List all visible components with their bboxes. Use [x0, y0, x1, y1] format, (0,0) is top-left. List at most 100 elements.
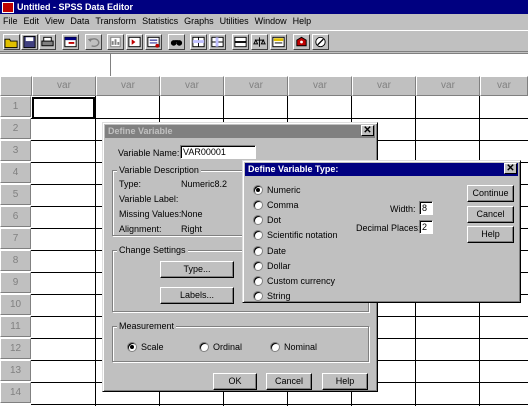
alignment-label: Alignment: — [119, 224, 162, 234]
goto-case-icon[interactable] — [126, 34, 143, 50]
define-variable-close-button[interactable]: ✕ — [361, 125, 374, 136]
cell-editor[interactable] — [0, 53, 528, 77]
define-variable-type-dialog: Define Variable Type: ✕ Numeric Comma Do… — [242, 160, 521, 303]
radio-label: Dollar — [267, 261, 291, 271]
menu-transform[interactable]: Transform — [92, 16, 139, 26]
row-header[interactable]: 6 — [0, 206, 31, 227]
help-button[interactable]: Help — [467, 226, 514, 243]
ok-button[interactable]: OK — [213, 373, 257, 390]
variable-description-label: Variable Description — [117, 165, 201, 176]
decimal-places-input[interactable]: 2 — [419, 220, 433, 234]
type-label: Type: — [119, 179, 142, 189]
use-sets-icon[interactable] — [312, 34, 329, 50]
radio-button — [253, 276, 263, 286]
column-header[interactable]: var — [288, 76, 352, 96]
insert-variable-icon[interactable] — [209, 34, 226, 50]
radio-button — [253, 261, 263, 271]
weight-cases-icon[interactable] — [251, 34, 268, 50]
row-header[interactable]: 5 — [0, 184, 31, 205]
labels-button[interactable]: Labels... — [160, 287, 234, 304]
active-cell[interactable] — [32, 97, 95, 119]
grid-line — [31, 118, 528, 119]
variables-icon[interactable] — [145, 34, 162, 50]
value-labels-icon[interactable] — [293, 34, 310, 50]
radio-label: Comma — [267, 200, 299, 210]
radio-label: Date — [267, 246, 287, 256]
split-file-icon[interactable] — [232, 34, 249, 50]
row-header[interactable]: 13 — [0, 360, 31, 381]
change-settings-label: Change Settings — [117, 245, 188, 256]
column-header[interactable]: var — [96, 76, 160, 96]
spss-app-icon — [2, 1, 14, 13]
radio-button — [270, 342, 280, 352]
print-icon[interactable] — [39, 34, 56, 50]
type-button[interactable]: Type... — [160, 261, 234, 278]
radio-label: Scale — [141, 342, 164, 352]
cancel-button[interactable]: Cancel — [467, 206, 514, 223]
width-input[interactable]: 8 — [419, 201, 433, 215]
row-header[interactable]: 8 — [0, 250, 31, 271]
row-header[interactable]: 11 — [0, 316, 31, 337]
goto-chart-icon[interactable] — [107, 34, 124, 50]
radio-button — [253, 215, 263, 225]
row-header[interactable]: 10 — [0, 294, 31, 315]
grid-corner[interactable] — [0, 76, 32, 96]
dialog-recall-icon[interactable] — [62, 34, 79, 50]
alignment-value: Right — [181, 224, 203, 234]
menu-help[interactable]: Help — [290, 16, 315, 26]
grid-line — [31, 404, 528, 405]
measurement-label: Measurement — [117, 321, 177, 332]
row-header[interactable]: 7 — [0, 228, 31, 249]
radio-label: Scientific notation — [267, 230, 338, 240]
open-icon[interactable] — [3, 34, 20, 50]
column-header[interactable]: var — [416, 76, 480, 96]
menu-graphs[interactable]: Graphs — [181, 16, 217, 26]
menu-bar: File Edit View Data Transform Statistics… — [0, 14, 528, 28]
menu-view[interactable]: View — [42, 16, 67, 26]
cancel-button[interactable]: Cancel — [266, 373, 312, 390]
find-icon[interactable] — [168, 34, 185, 50]
menu-window[interactable]: Window — [252, 16, 290, 26]
variable-label-label: Variable Label: — [119, 194, 179, 204]
define-variable-type-close-button[interactable]: ✕ — [504, 163, 517, 174]
radio-button — [127, 342, 137, 352]
radio-label: Ordinal — [213, 342, 243, 352]
menu-edit[interactable]: Edit — [21, 16, 43, 26]
menu-file[interactable]: File — [0, 16, 21, 26]
undo-icon[interactable] — [85, 34, 102, 50]
row-header[interactable]: 1 — [0, 96, 31, 117]
variable-name-input[interactable]: VAR00001 — [180, 145, 256, 159]
radio-button — [253, 230, 263, 240]
menu-statistics[interactable]: Statistics — [139, 16, 181, 26]
insert-case-icon[interactable] — [190, 34, 207, 50]
column-header[interactable]: var — [160, 76, 224, 96]
width-label: Width: — [390, 204, 416, 214]
missing-values-label: Missing Values: — [119, 209, 182, 219]
menu-utilities[interactable]: Utilities — [217, 16, 252, 26]
row-header[interactable]: 9 — [0, 272, 31, 293]
continue-button[interactable]: Continue — [467, 185, 514, 202]
cell-editor-divider — [110, 54, 111, 77]
select-cases-icon[interactable] — [270, 34, 287, 50]
row-header[interactable]: 3 — [0, 140, 31, 161]
row-header[interactable]: 12 — [0, 338, 31, 359]
radio-label: Dot — [267, 215, 282, 225]
column-header[interactable]: var — [224, 76, 288, 96]
row-header[interactable]: 14 — [0, 382, 31, 403]
column-header[interactable]: var — [352, 76, 416, 96]
type-value: Numeric8.2 — [181, 179, 228, 189]
radio-button — [199, 342, 209, 352]
row-header[interactable]: 4 — [0, 162, 31, 183]
define-variable-title: Define Variable — [105, 125, 375, 138]
grid-line — [95, 96, 96, 406]
missing-values-value: None — [181, 209, 203, 219]
save-icon[interactable] — [21, 34, 38, 50]
window-title: Untitled - SPSS Data Editor — [17, 2, 134, 12]
column-header[interactable]: var — [32, 76, 96, 96]
row-header[interactable]: 2 — [0, 118, 31, 139]
column-header[interactable]: var — [480, 76, 528, 96]
menu-data[interactable]: Data — [67, 16, 92, 26]
help-button[interactable]: Help — [322, 373, 368, 390]
radio-label: Custom currency — [267, 276, 336, 286]
toolbar — [0, 30, 528, 52]
